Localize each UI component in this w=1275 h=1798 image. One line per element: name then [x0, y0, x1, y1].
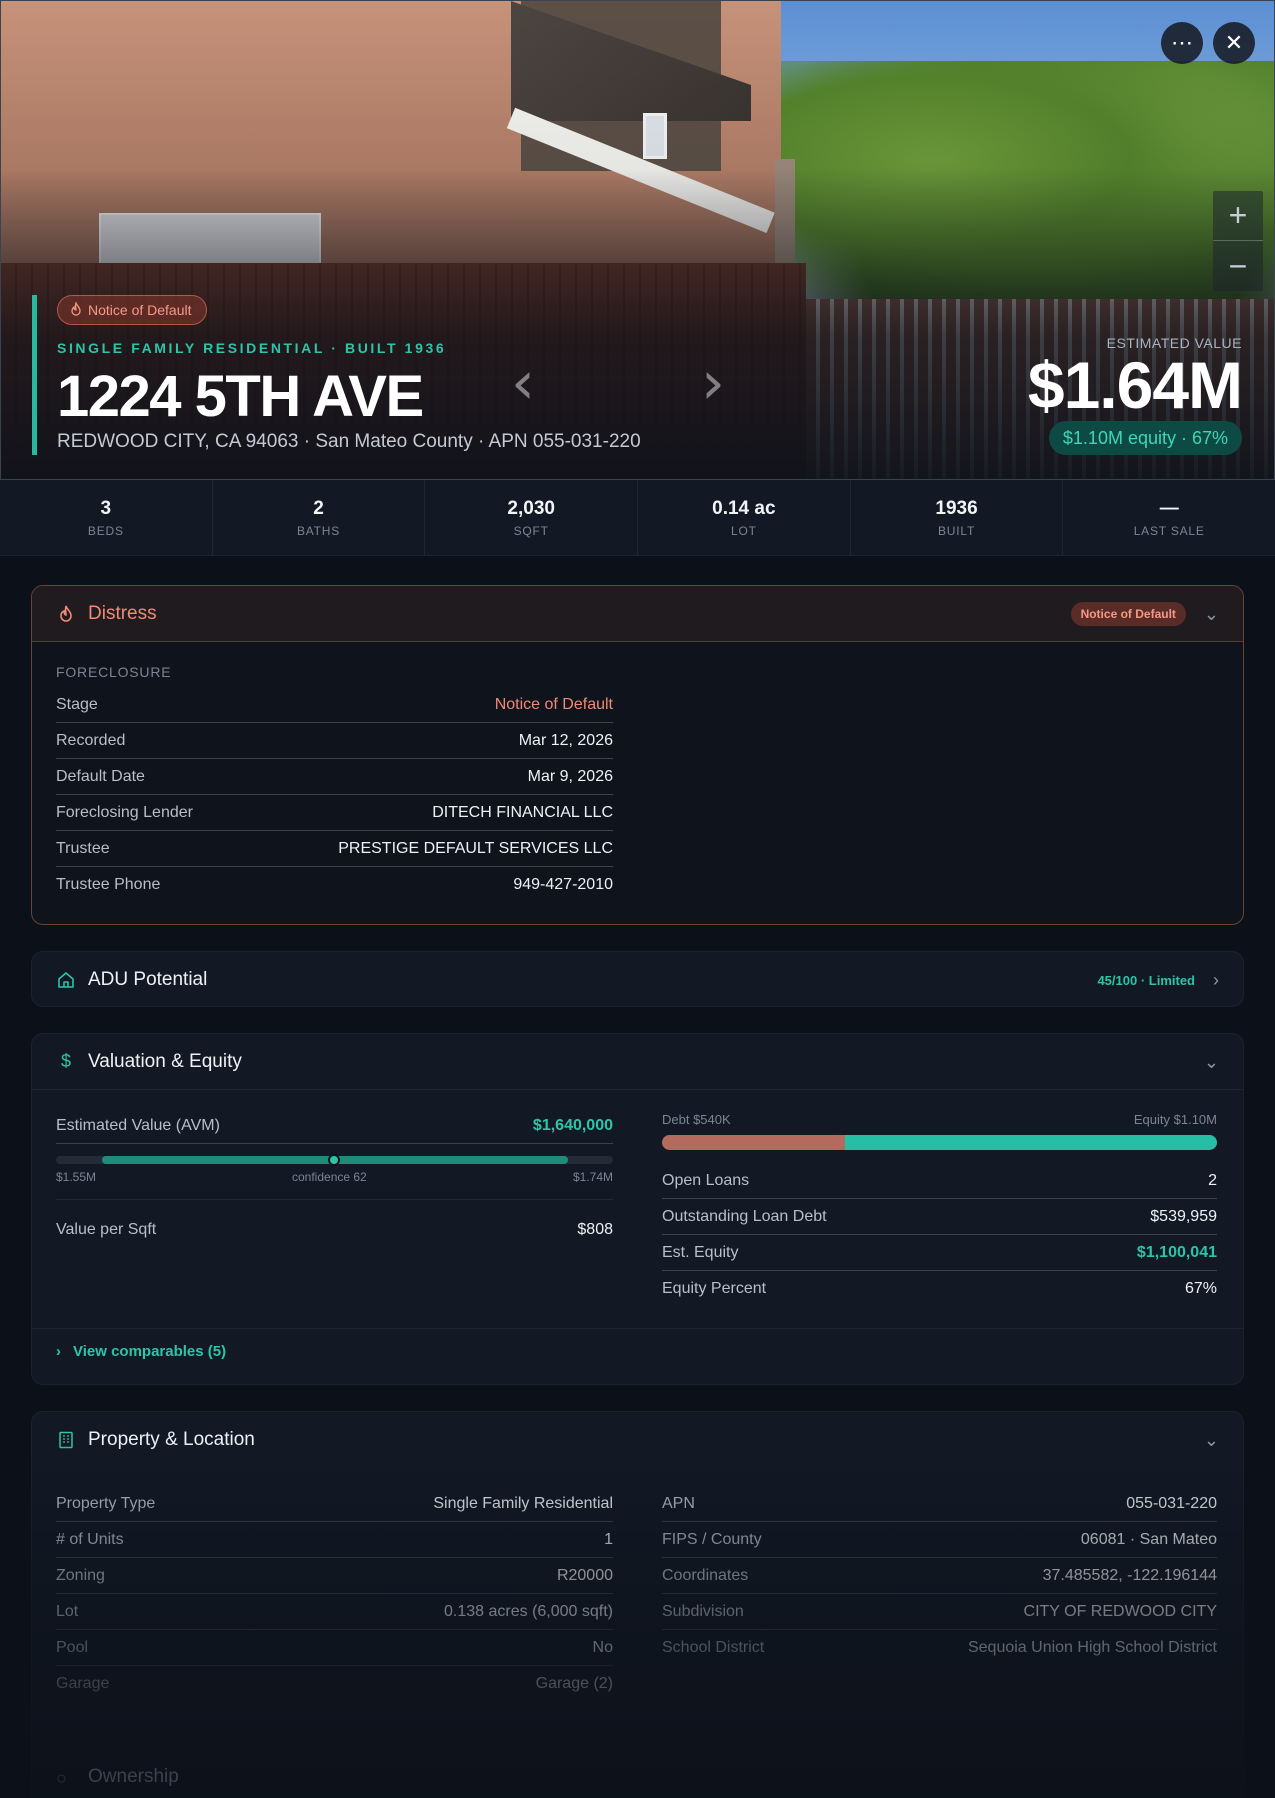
- more-options-button[interactable]: ⋯: [1161, 22, 1203, 64]
- building-icon: [56, 1430, 76, 1450]
- kv-row: Pool No: [56, 1630, 613, 1666]
- kv-row: School District Sequoia Union High School…: [662, 1639, 1217, 1656]
- kv-row: Stage Notice of Default: [56, 687, 613, 723]
- kv-row: Open Loans 2: [662, 1163, 1217, 1199]
- range-high: $1.74M: [572, 1170, 613, 1184]
- dollar-icon: $: [60, 1051, 71, 1071]
- stat-built: 1936 BUILT: [851, 480, 1064, 555]
- kv-row: Equity Percent 67%: [662, 1280, 1217, 1297]
- kv-row: APN 055-031-220: [662, 1486, 1217, 1522]
- kv-row: Default Date Mar 9, 2026: [56, 759, 613, 795]
- stat-sqft: 2,030 SQFT: [425, 480, 639, 555]
- kv-row: Recorded Mar 12, 2026: [56, 723, 613, 759]
- kv-row: Lot 0.138 acres (6,000 sqft): [56, 1594, 613, 1630]
- chevron-down-icon[interactable]: ⌄: [1204, 1052, 1219, 1073]
- flame-icon: [70, 300, 82, 319]
- property-stats: 3 BEDS 2 BATHS 2,030 SQFT 0.14 ac LOT 1936 BU…: [0, 480, 1275, 556]
- chevron-down-icon[interactable]: ⌄: [1204, 1430, 1219, 1451]
- user-icon: ○: [56, 1768, 67, 1788]
- more-icon: ⋯: [1171, 30, 1193, 55]
- stat-baths: 2 BATHS: [213, 480, 426, 555]
- adu-potential-card[interactable]: ADU Potential 45/100 · Limited ›: [31, 951, 1244, 1007]
- stat-beds: 3 BEDS: [0, 480, 213, 555]
- stat-lot: 0.14 ac LOT: [638, 480, 851, 555]
- chevron-right-icon: ›: [56, 1343, 61, 1360]
- equity-label: Equity $1.10M: [1133, 1112, 1217, 1127]
- close-button[interactable]: ✕: [1213, 22, 1255, 64]
- close-icon: ✕: [1224, 30, 1244, 55]
- zoom-in-button[interactable]: +: [1213, 191, 1263, 241]
- street-view-photo: ⋯ ✕ + − ‹ › Notice of Default SINGLE FAM…: [0, 0, 1275, 480]
- accent-bar: [32, 295, 37, 455]
- zoom-controls: + −: [1213, 191, 1263, 291]
- valuation-header[interactable]: $ Valuation & Equity ⌄: [32, 1034, 1243, 1090]
- kv-row: Coordinates 37.485582, -122.196144: [662, 1558, 1217, 1594]
- equity-segment: [845, 1135, 1217, 1150]
- view-comparables-link[interactable]: › View comparables (5): [56, 1343, 226, 1360]
- ownership-card-title[interactable]: Ownership: [88, 1766, 179, 1788]
- notice-of-default-badge: Notice of Default: [57, 295, 207, 325]
- kv-row: Est. Equity $1,100,041: [662, 1235, 1217, 1271]
- property-header[interactable]: Property & Location ⌄: [32, 1412, 1243, 1468]
- value-per-sqft-row: Value per Sqft $808: [56, 1221, 613, 1238]
- property-type-eyebrow: SINGLE FAMILY RESIDENTIAL · BUILT 1936: [57, 340, 447, 356]
- kv-row: Property Type Single Family Residential: [56, 1486, 613, 1522]
- distress-badge: Notice of Default: [1070, 602, 1186, 626]
- kv-row: Trustee Phone 949-427-2010: [56, 876, 613, 893]
- next-photo-chevron-icon[interactable]: ›: [701, 353, 725, 413]
- confidence-label: confidence 62: [292, 1170, 367, 1184]
- debt-segment: [662, 1135, 846, 1150]
- kv-row: Zoning R20000: [56, 1558, 613, 1594]
- equity-pill: $1.10M equity · 67%: [1048, 421, 1242, 455]
- adu-score: 45/100 · Limited: [1097, 972, 1195, 988]
- kv-row: Foreclosing Lender DITECH FINANCIAL LLC: [56, 795, 613, 831]
- kv-row: FIPS / County 06081 · San Mateo: [662, 1522, 1217, 1558]
- foreclosure-section-label: FORECLOSURE: [56, 664, 172, 680]
- avm-marker: [328, 1154, 340, 1166]
- debt-label: Debt $540K: [662, 1112, 731, 1127]
- stat-last-sale: — LAST SALE: [1133, 497, 1205, 538]
- flame-icon: [56, 604, 76, 624]
- kv-row: Garage Garage (2): [56, 1675, 613, 1692]
- distress-header[interactable]: Distress Notice of Default ⌄: [32, 586, 1243, 642]
- property-subaddress: REDWOOD CITY, CA 94063 · San Mateo Count…: [57, 431, 641, 452]
- kv-row: Subdivision CITY OF REDWOOD CITY: [662, 1594, 1217, 1630]
- chevron-right-icon[interactable]: ›: [1213, 970, 1219, 991]
- estimated-value: $1.64M: [1027, 348, 1243, 422]
- chevron-down-icon[interactable]: ⌄: [1204, 604, 1219, 625]
- property-detail-panel: ⋯ ✕ + − ‹ › Notice of Default SINGLE FAM…: [0, 0, 1275, 1798]
- range-low: $1.55M: [56, 1170, 97, 1184]
- kv-row: # of Units 1: [56, 1522, 613, 1558]
- prev-photo-chevron-icon[interactable]: ‹: [511, 353, 535, 413]
- kv-row: Trustee PRESTIGE DEFAULT SERVICES LLC: [56, 831, 613, 867]
- avm-row: Estimated Value (AVM) $1,640,000: [56, 1108, 613, 1144]
- debt-equity-bar: [662, 1135, 1217, 1150]
- home-icon: [56, 970, 76, 990]
- zoom-out-button[interactable]: −: [1213, 241, 1263, 291]
- property-address: 1224 5TH AVE: [57, 364, 424, 429]
- kv-row: Outstanding Loan Debt $539,959: [662, 1199, 1217, 1235]
